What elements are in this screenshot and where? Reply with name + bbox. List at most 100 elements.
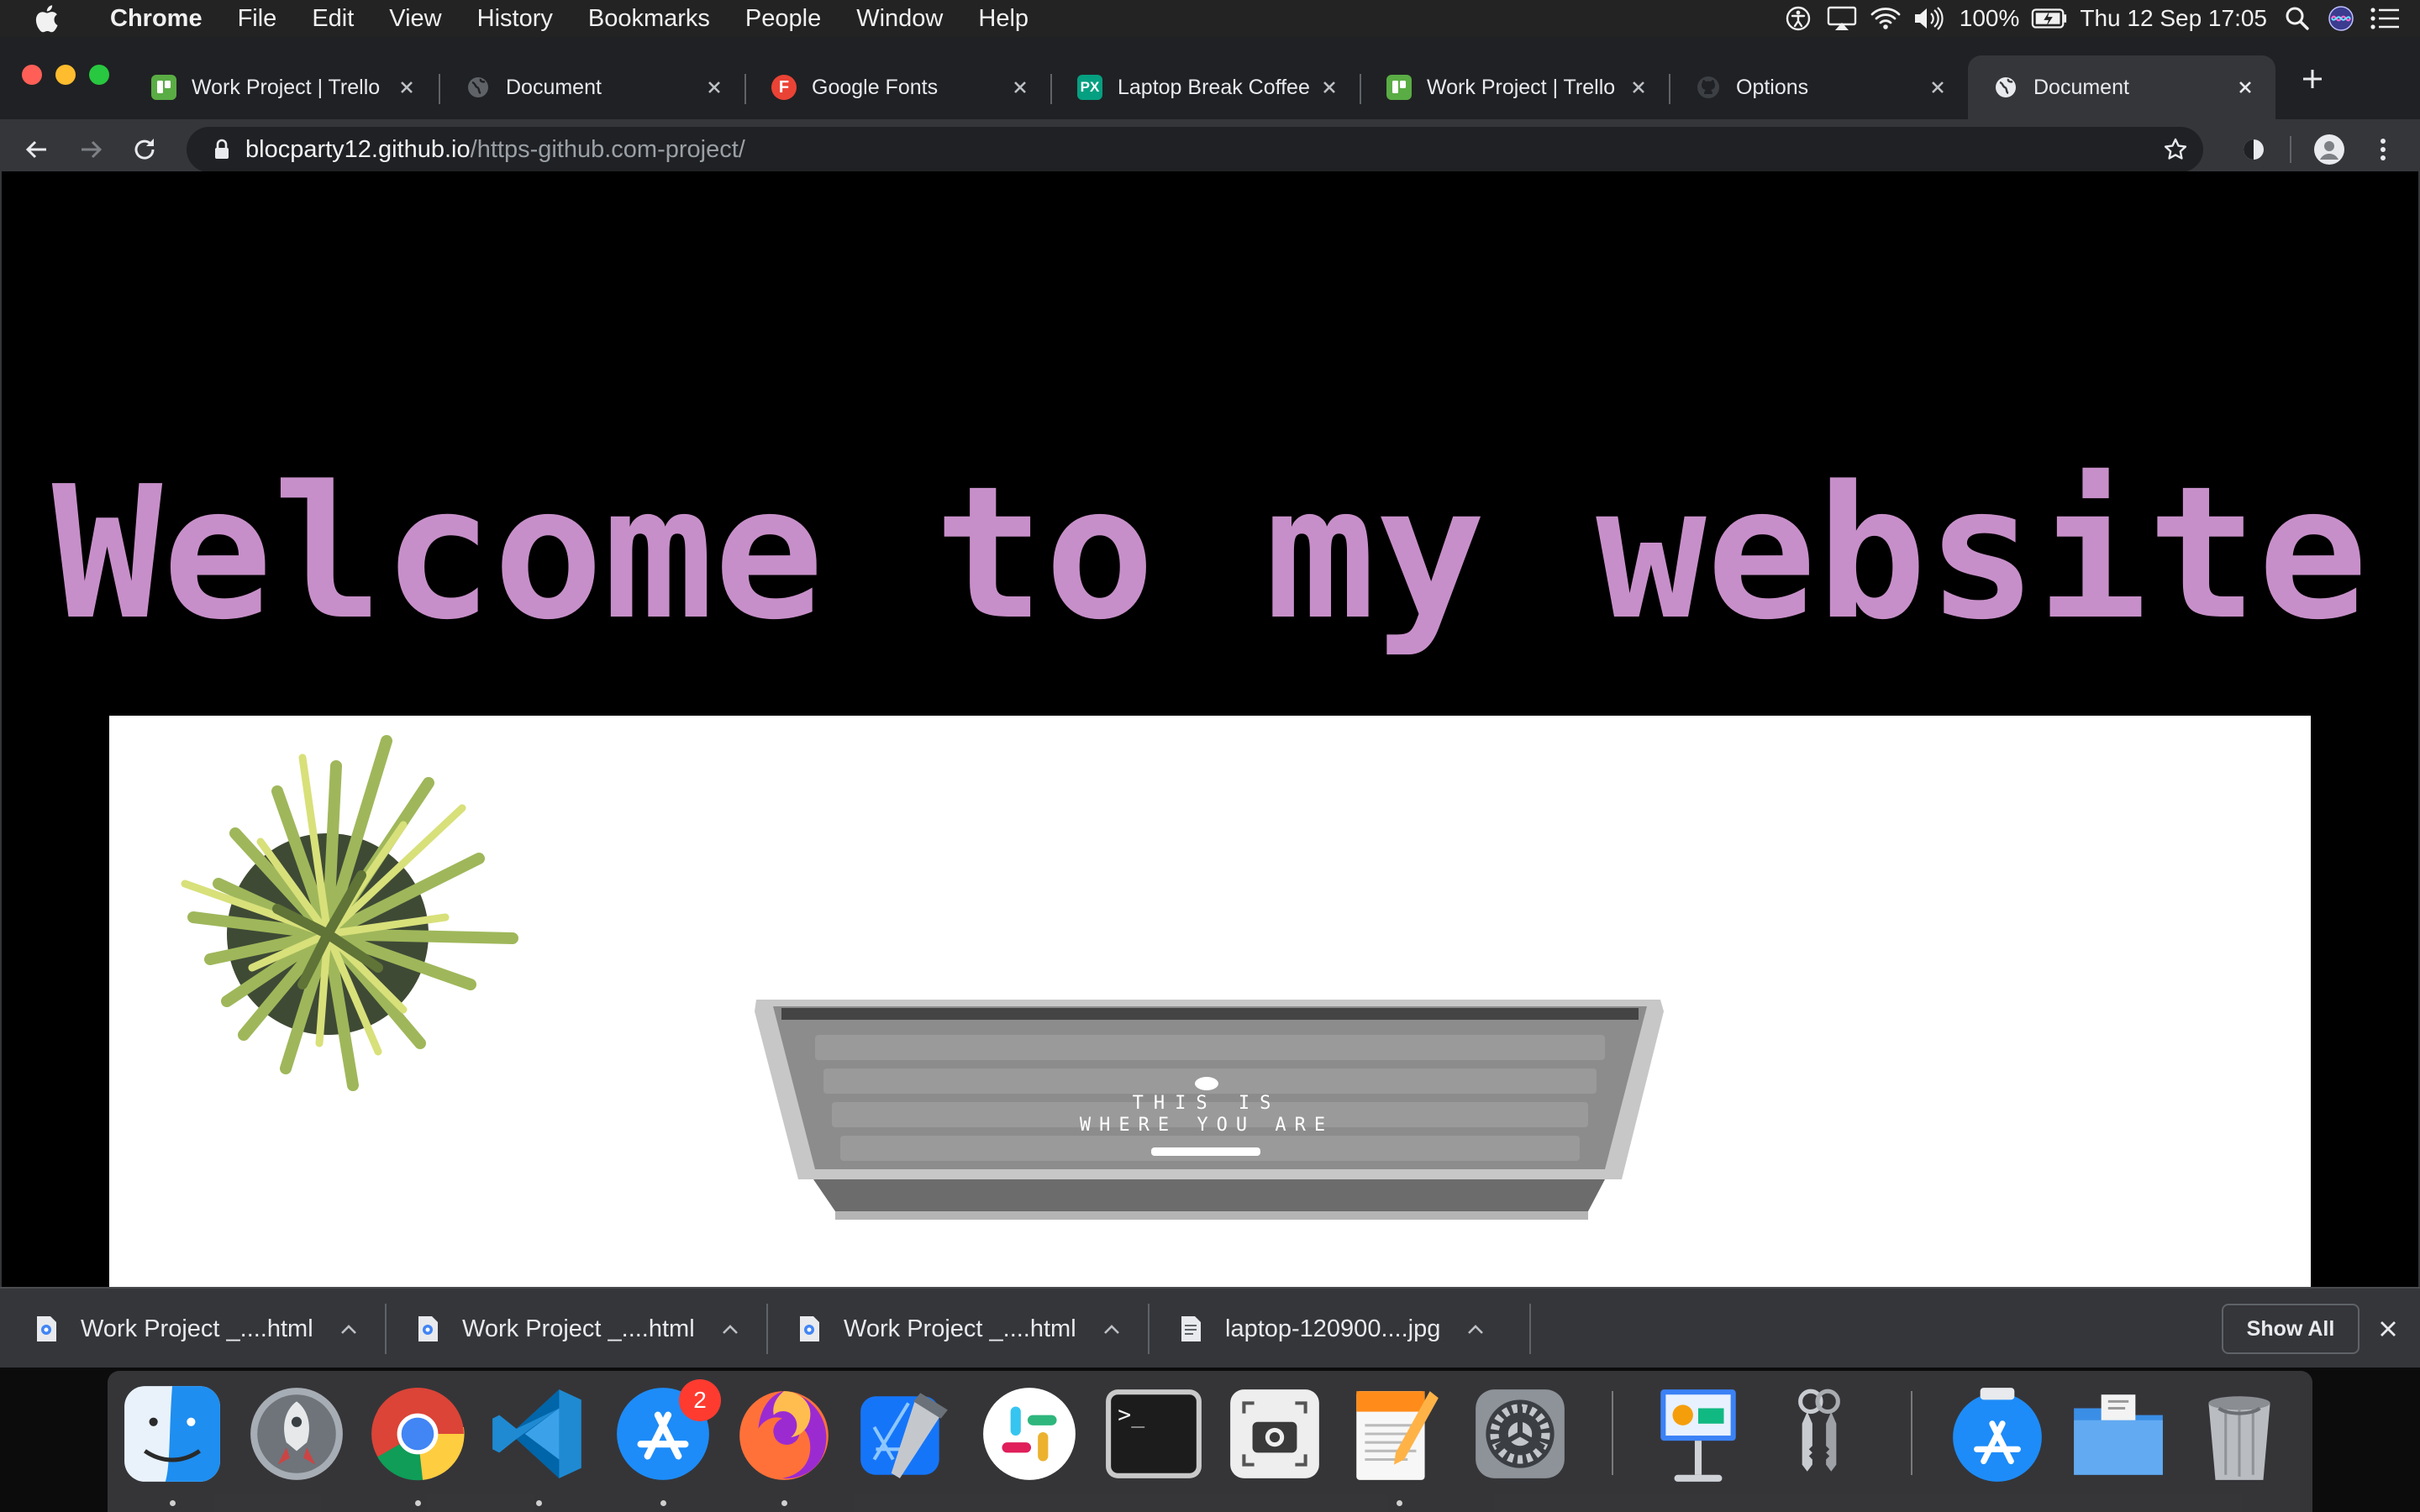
- globe-icon: [466, 75, 491, 100]
- download-divider: [766, 1304, 768, 1354]
- chrome-icon[interactable]: [366, 1383, 469, 1485]
- running-indicator: [781, 1500, 787, 1506]
- trello-icon: [151, 75, 176, 100]
- window-close-button[interactable]: [22, 65, 42, 85]
- tab-close-icon[interactable]: [702, 76, 726, 99]
- menu-edit[interactable]: Edit: [294, 0, 371, 37]
- profile-avatar-icon[interactable]: [2311, 131, 2348, 168]
- menu-bar-clock[interactable]: Thu 12 Sep 17:05: [2071, 5, 2275, 32]
- address-bar[interactable]: blocparty12.github.io/https-github.com-p…: [187, 127, 2203, 172]
- chevron-up-icon[interactable]: [337, 1317, 360, 1341]
- reload-button[interactable]: [126, 131, 163, 168]
- html-file-icon: [37, 1316, 56, 1341]
- forward-button[interactable]: [72, 131, 109, 168]
- notification-center-icon[interactable]: [2366, 0, 2403, 37]
- url-path: /https-github.com-project/: [470, 135, 745, 163]
- menu-window[interactable]: Window: [839, 0, 960, 37]
- chrome-window: Work Project | Trello Document F Google …: [0, 37, 2420, 1368]
- potted-plant-image: [181, 735, 518, 1091]
- tab-title: Document: [506, 75, 602, 99]
- tab-close-icon[interactable]: [1926, 76, 1949, 99]
- keynote-icon[interactable]: [1647, 1383, 1749, 1485]
- running-indicator: [1397, 1500, 1402, 1506]
- tab-strip: Work Project | Trello Document F Google …: [0, 37, 2420, 119]
- download-item[interactable]: Work Project _....html: [798, 1289, 1123, 1369]
- keychain-access-icon[interactable]: [1768, 1383, 1870, 1485]
- menu-file[interactable]: File: [220, 0, 295, 37]
- laptop-image: THIS IS WHERE YOU ARE: [755, 1000, 1664, 1220]
- terminal-prompt: >_: [1118, 1402, 1144, 1428]
- menu-history[interactable]: History: [460, 0, 571, 37]
- battery-charging-icon[interactable]: [2031, 0, 2068, 37]
- chevron-up-icon[interactable]: [1100, 1317, 1123, 1341]
- tab-title: Google Fonts: [812, 75, 939, 99]
- download-item[interactable]: Work Project _....html: [35, 1289, 360, 1369]
- tab-options[interactable]: Options: [1670, 55, 1968, 119]
- tab-close-icon[interactable]: [2233, 76, 2257, 99]
- chrome-menu-icon[interactable]: [2365, 131, 2402, 168]
- running-indicator: [536, 1500, 542, 1506]
- downloads-stack-icon[interactable]: [1946, 1383, 2049, 1485]
- pexels-icon: PX: [1077, 75, 1102, 100]
- launchpad-icon[interactable]: [245, 1383, 348, 1485]
- lock-icon[interactable]: [210, 138, 234, 161]
- menu-help[interactable]: Help: [960, 0, 1046, 37]
- running-indicator: [170, 1500, 176, 1506]
- siri-icon[interactable]: [2323, 0, 2360, 37]
- download-item[interactable]: laptop-120900....jpg: [1180, 1289, 1487, 1369]
- slack-icon[interactable]: [978, 1383, 1081, 1485]
- tab-document-active[interactable]: Document: [1968, 55, 2275, 119]
- tab-close-icon[interactable]: [1627, 76, 1650, 99]
- accessibility-icon[interactable]: [1780, 0, 1817, 37]
- window-zoom-button[interactable]: [89, 65, 109, 85]
- system-preferences-icon[interactable]: [1469, 1383, 1571, 1485]
- close-downloads-bar-icon[interactable]: [2373, 1314, 2403, 1344]
- airplay-icon[interactable]: [1823, 0, 1860, 37]
- tab-laptop-break-coffee[interactable]: PX Laptop Break Coffee: [1052, 55, 1360, 119]
- toolbar-divider: [2290, 136, 2291, 163]
- tab-document[interactable]: Document: [440, 55, 744, 119]
- back-button[interactable]: [18, 131, 55, 168]
- xcode-icon[interactable]: [854, 1383, 956, 1485]
- firefox-icon[interactable]: [733, 1383, 835, 1485]
- window-minimize-button[interactable]: [55, 65, 76, 85]
- pages-icon[interactable]: [1344, 1383, 1447, 1485]
- new-tab-button[interactable]: [2294, 60, 2331, 97]
- tab-close-icon[interactable]: [1318, 76, 1341, 99]
- tab-title: Work Project | Trello: [1427, 75, 1616, 99]
- bookmark-star-icon[interactable]: [2163, 137, 2188, 162]
- chevron-up-icon[interactable]: [718, 1317, 742, 1341]
- running-indicator: [415, 1500, 421, 1506]
- terminal-icon[interactable]: >_: [1102, 1383, 1205, 1485]
- tab-close-icon[interactable]: [395, 76, 418, 99]
- screenshot-icon[interactable]: [1223, 1383, 1326, 1485]
- menu-view[interactable]: View: [371, 0, 459, 37]
- chevron-up-icon[interactable]: [1464, 1317, 1487, 1341]
- show-all-downloads-button[interactable]: Show All: [2222, 1304, 2360, 1354]
- download-filename: Work Project _....html: [844, 1315, 1076, 1342]
- folder-icon[interactable]: [2067, 1383, 2170, 1485]
- download-divider: [385, 1304, 387, 1354]
- trash-icon[interactable]: [2188, 1383, 2291, 1485]
- menu-bookmarks[interactable]: Bookmarks: [571, 0, 728, 37]
- tab-work-project-trello-2[interactable]: Work Project | Trello: [1361, 55, 1669, 119]
- menu-app-name[interactable]: Chrome: [92, 0, 220, 37]
- apple-menu-icon[interactable]: [0, 0, 92, 37]
- tab-work-project-trello[interactable]: Work Project | Trello: [126, 55, 437, 119]
- tab-close-icon[interactable]: [1008, 76, 1032, 99]
- menu-people[interactable]: People: [728, 0, 839, 37]
- finder-icon[interactable]: [121, 1383, 224, 1485]
- app-store-update-badge: 2: [679, 1379, 721, 1421]
- google-fonts-icon: F: [771, 75, 797, 100]
- tab-title: Options: [1736, 75, 1809, 99]
- vscode-icon[interactable]: [487, 1383, 590, 1485]
- tab-google-fonts[interactable]: F Google Fonts: [746, 55, 1050, 119]
- url-host: blocparty12.github.io: [245, 135, 471, 163]
- volume-icon[interactable]: [1911, 0, 1948, 37]
- spotlight-search-icon[interactable]: [2279, 0, 2316, 37]
- dark-reader-extension-icon[interactable]: [2235, 131, 2272, 168]
- page-heading: Welcome to my website: [51, 448, 2369, 660]
- wifi-icon[interactable]: [1867, 0, 1904, 37]
- dock-separator: [1911, 1391, 1912, 1475]
- download-item[interactable]: Work Project _....html: [417, 1289, 742, 1369]
